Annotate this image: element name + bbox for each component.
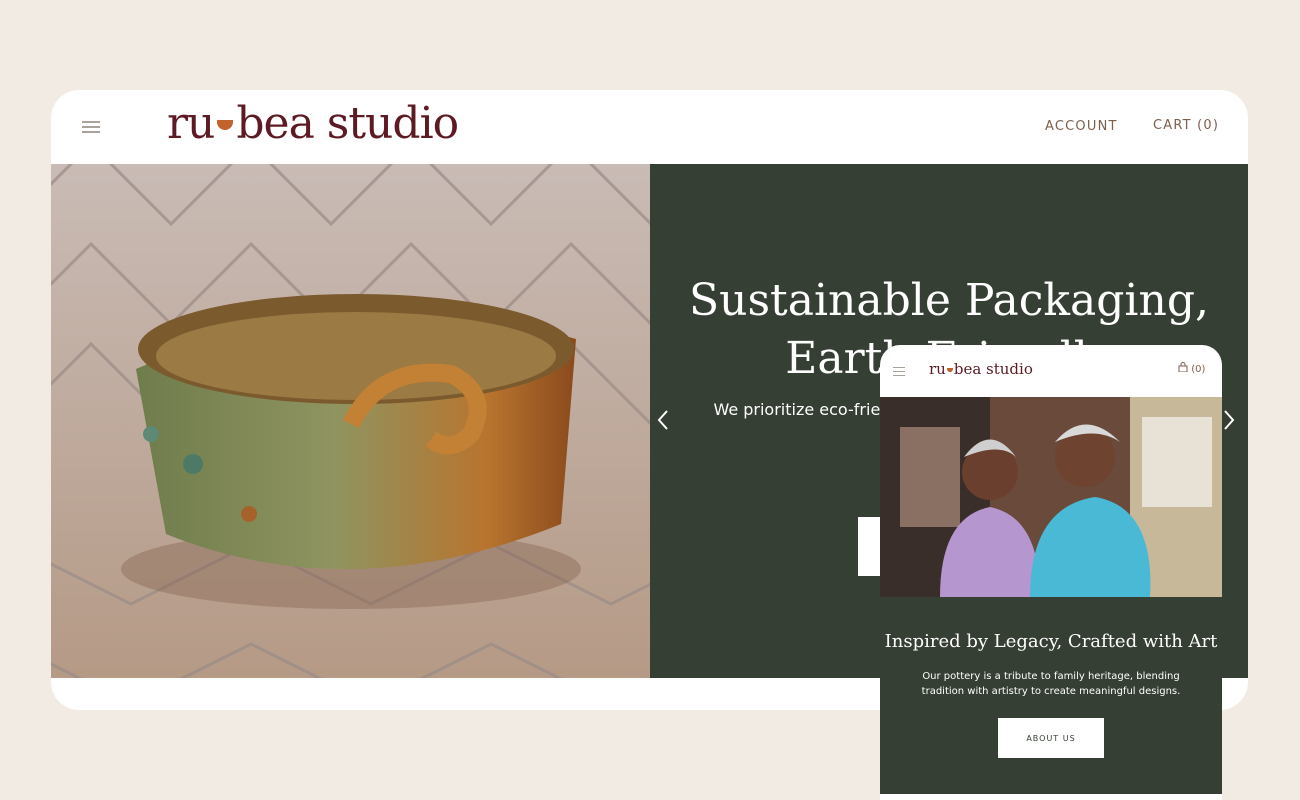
logo-text-right: bea studio <box>236 98 459 149</box>
mobile-bowl-logo-icon <box>946 368 953 372</box>
mobile-logo[interactable]: ru bea studio <box>929 360 1033 378</box>
mobile-logo-left: ru <box>929 360 946 378</box>
account-link[interactable]: ACCOUNT <box>1045 119 1118 134</box>
logo-text-left: ru <box>167 98 215 149</box>
mobile-section-text: Our pottery is a tribute to family herit… <box>921 671 1181 697</box>
mobile-header: ru bea studio (0) <box>880 345 1222 397</box>
bowl-logo-icon <box>217 119 234 130</box>
cart-link[interactable]: CART (0) <box>1153 118 1219 133</box>
yarn-bowl-photo <box>51 164 650 678</box>
lock-bag-icon <box>1178 362 1188 373</box>
mobile-bottom-edge <box>880 794 1222 800</box>
site-logo[interactable]: ru bea studio <box>167 98 459 149</box>
about-us-button[interactable]: ABOUT US <box>998 718 1104 758</box>
mobile-cart-count: (0) <box>1191 364 1206 375</box>
hamburger-menu-icon[interactable] <box>82 121 100 135</box>
legacy-family-photo <box>880 397 1222 597</box>
hero-pottery-image <box>51 164 650 678</box>
mobile-menu-icon[interactable] <box>893 367 905 376</box>
mobile-section-title: Inspired by Legacy, Crafted with Art <box>884 631 1218 652</box>
mobile-logo-right: bea studio <box>953 360 1033 378</box>
chevron-left-icon[interactable] <box>656 408 676 432</box>
site-header: ru bea studio ACCOUNT CART (0) <box>51 90 1248 164</box>
mobile-preview: ru bea studio (0) Inspired by Legacy, Cra… <box>880 345 1222 800</box>
chevron-right-icon[interactable] <box>1222 408 1242 432</box>
mobile-cart[interactable]: (0) <box>1178 362 1205 375</box>
